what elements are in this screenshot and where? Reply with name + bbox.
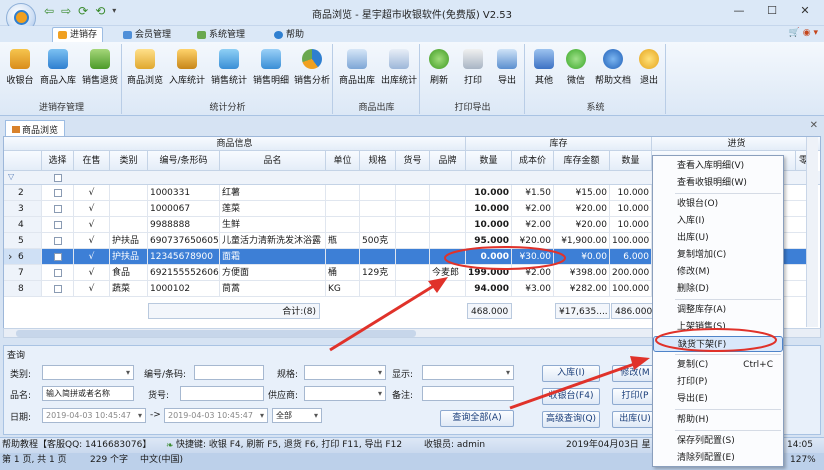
annotation-ellipse-stock (444, 246, 566, 270)
annotation-arrowhead-1 (428, 277, 448, 293)
annotation-arrowhead-2 (630, 356, 650, 370)
annotation-arrow-1 (329, 280, 441, 352)
annotation-arrow-2 (509, 360, 641, 410)
annotation-ellipse-menu (655, 328, 777, 352)
annotation-overlay (329, 246, 777, 410)
